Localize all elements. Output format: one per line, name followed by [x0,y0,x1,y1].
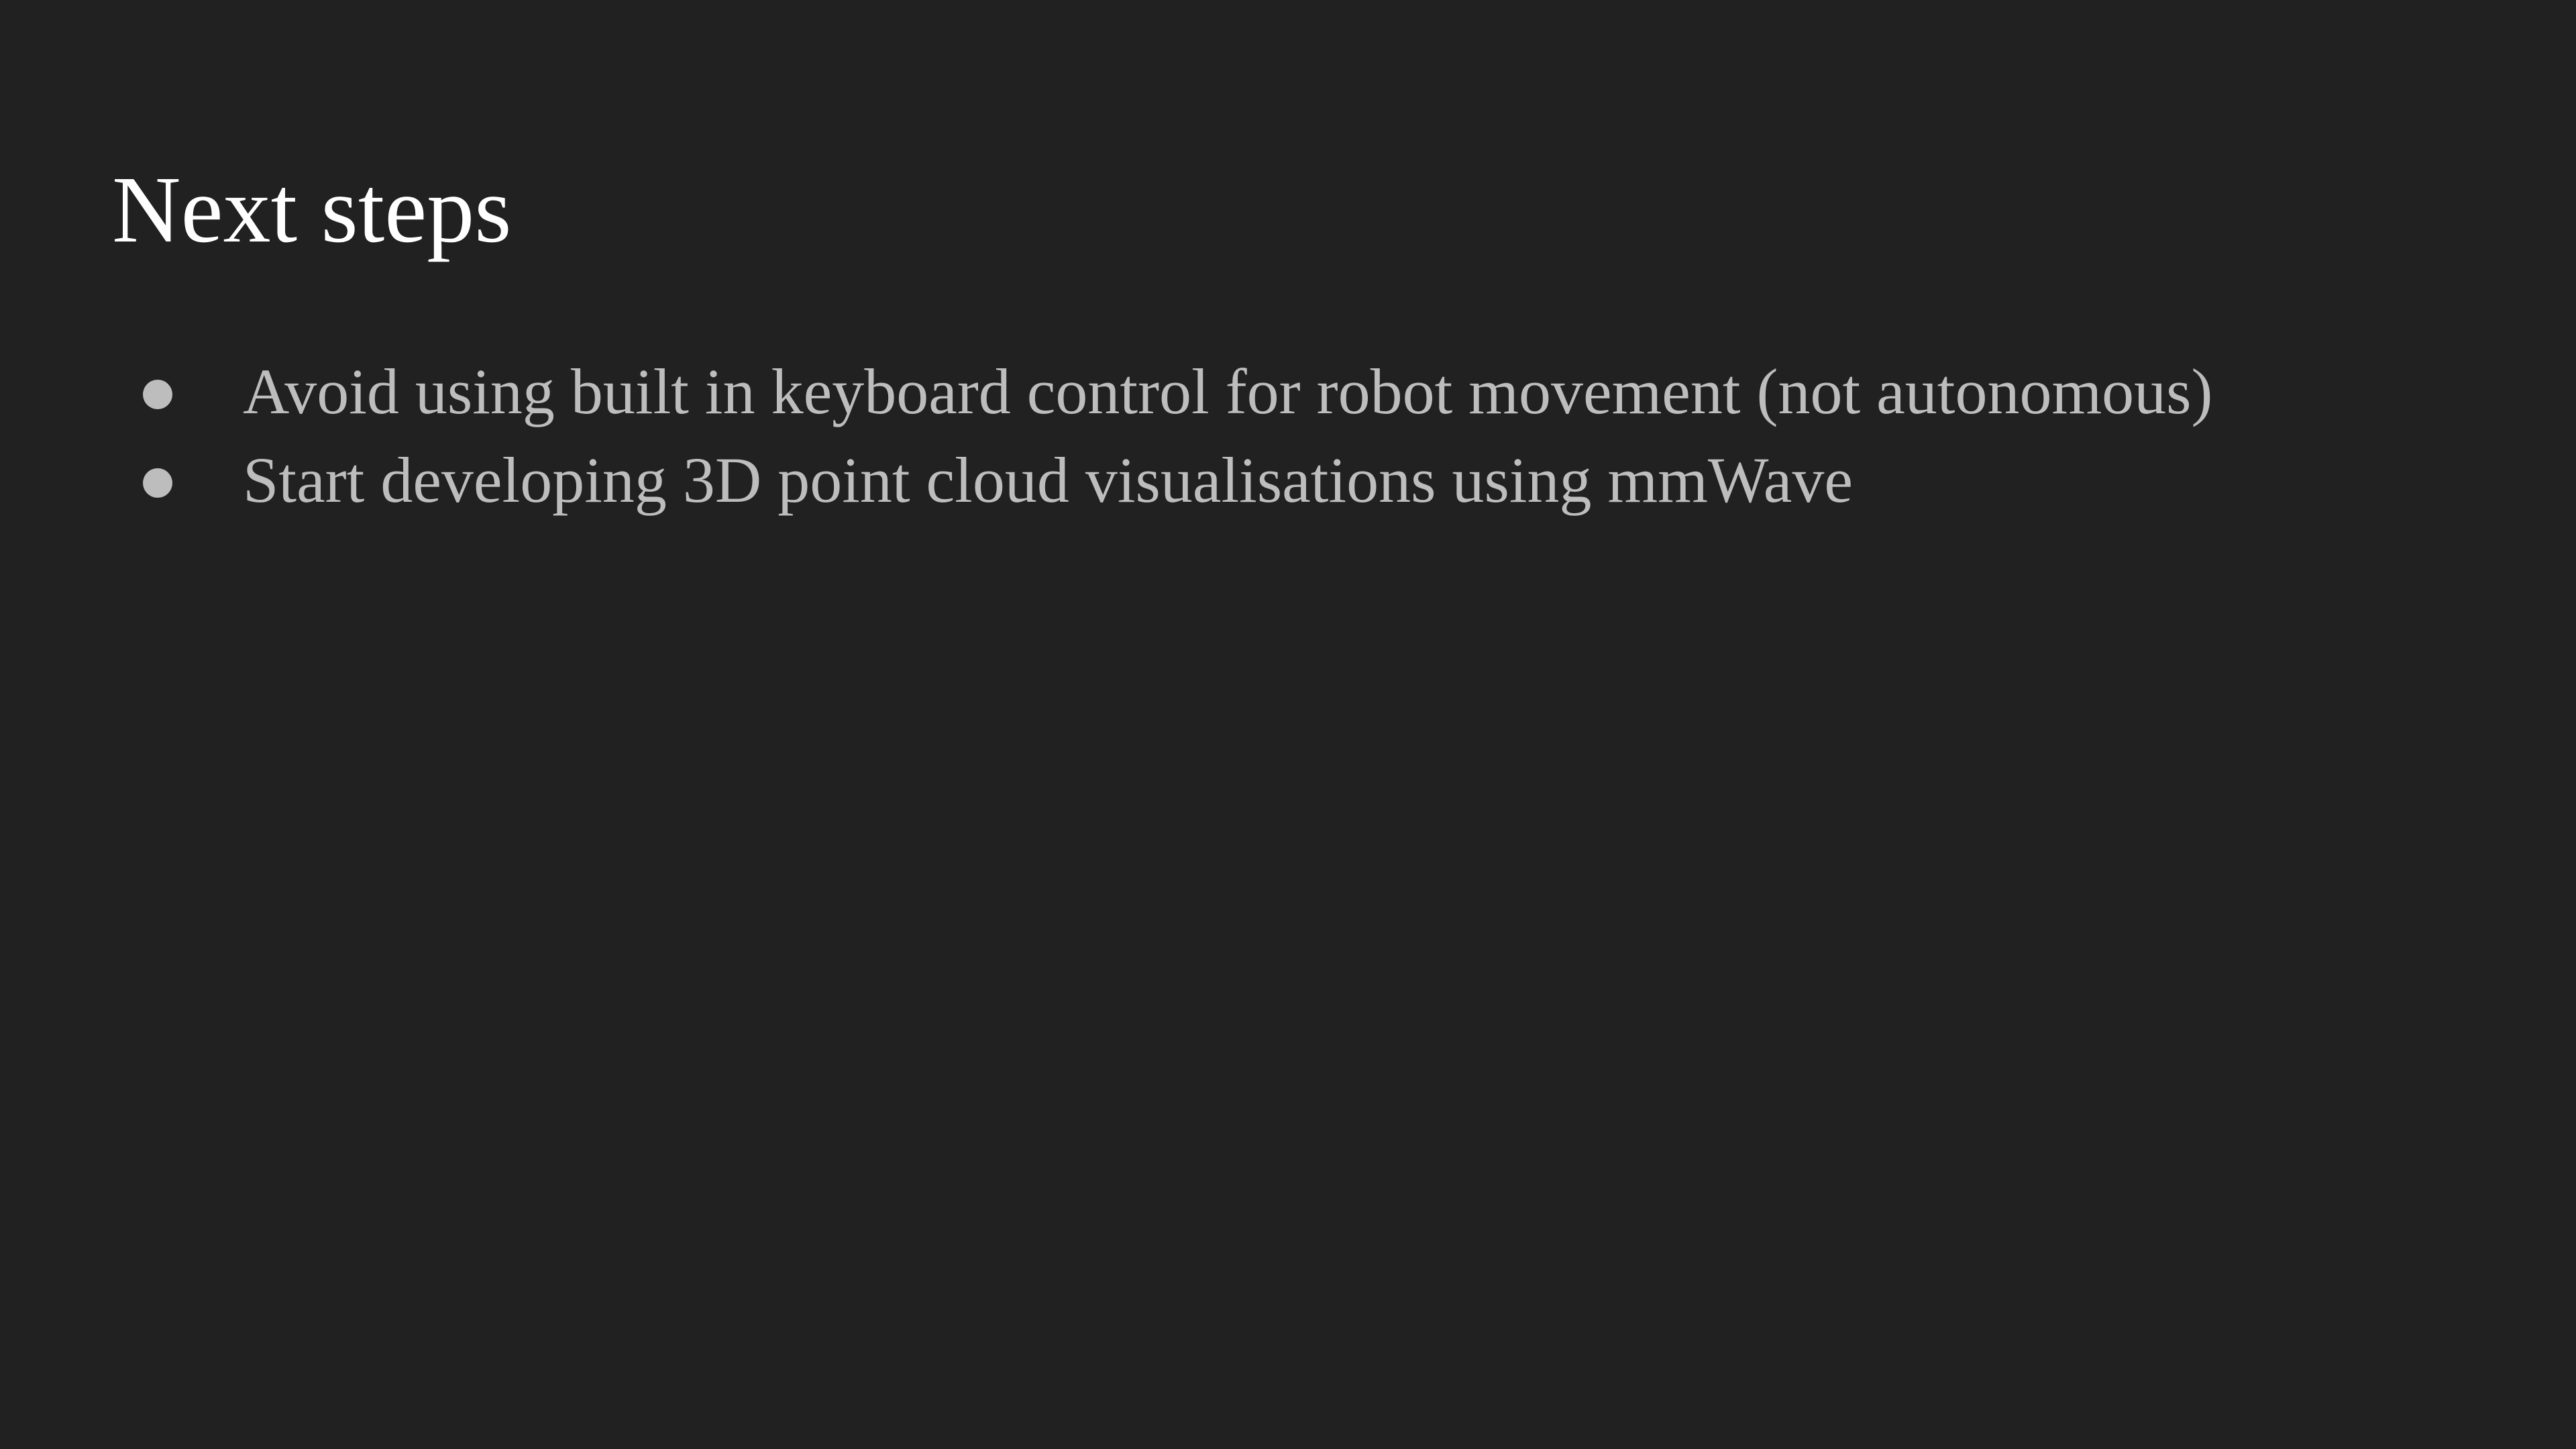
bullet-text: Avoid using built in keyboard control fo… [243,356,2213,427]
bullet-text: Start developing 3D point cloud visualis… [243,444,1853,516]
slide-title: Next steps [112,156,512,262]
bullet-dot-icon [143,468,172,498]
bullet-dot-icon [143,380,172,409]
slide: Next steps Avoid using built in keyboard… [0,0,2576,1449]
